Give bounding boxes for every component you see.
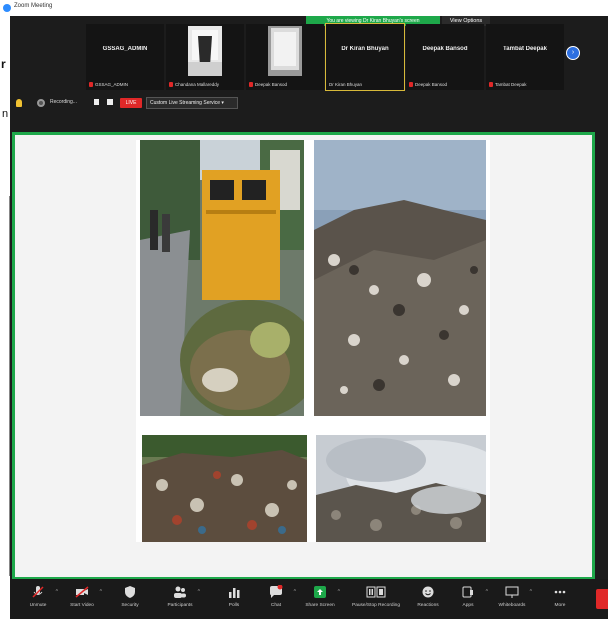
- whiteboards-button[interactable]: Whiteboards ^: [490, 583, 534, 617]
- pause-recording-icon[interactable]: [94, 99, 99, 105]
- caret-up-icon[interactable]: ^: [56, 589, 58, 595]
- muted-mic-icon: [409, 82, 413, 87]
- caret-up-icon[interactable]: ^: [100, 589, 102, 595]
- window-title: Zoom Meeting: [14, 3, 53, 9]
- share-screen-button[interactable]: Share Screen ^: [298, 583, 342, 617]
- whiteboard-icon: [505, 586, 519, 598]
- reactions-icon: [422, 586, 434, 598]
- title-bar: Zoom Meeting: [0, 0, 613, 16]
- zoom-meeting-window: You are viewing Dr Kiran Bhuyan's screen…: [10, 16, 608, 619]
- muted-mic-icon: [89, 82, 93, 87]
- more-icon: [554, 590, 566, 594]
- end-meeting-button[interactable]: [596, 589, 608, 609]
- participant-tile[interactable]: Deepak Bansod: [246, 24, 324, 90]
- meeting-toolbar: Unmute ^ Start Video ^ Security Particip…: [10, 579, 608, 619]
- participant-label: GSSAG_ADMIN: [89, 82, 128, 87]
- participant-label: Deepak Bansod: [249, 82, 287, 87]
- lightbulb-icon[interactable]: [16, 99, 22, 107]
- shield-icon: [125, 586, 135, 598]
- apps-icon: [462, 586, 473, 598]
- screenshot: Zoom Meeting r n You are viewing Dr Kira…: [0, 0, 613, 619]
- burning-waste-smoke-photo: [316, 435, 486, 542]
- share-screen-icon: [314, 586, 326, 598]
- participant-label: Deepak Bansod: [409, 82, 447, 87]
- caret-up-icon[interactable]: ^: [294, 589, 296, 595]
- video-camera-off-icon: [75, 586, 89, 598]
- microphone-muted-icon: [32, 586, 44, 598]
- shared-screen: [12, 132, 595, 580]
- landfill-waste-photo: [314, 140, 486, 416]
- polls-icon: [229, 588, 240, 598]
- participants-icon: [174, 586, 186, 598]
- unmute-button[interactable]: Unmute ^: [16, 583, 60, 617]
- participant-video: [268, 26, 302, 76]
- zoom-logo-icon: [3, 4, 11, 12]
- stop-recording-icon[interactable]: [107, 99, 113, 105]
- live-streaming-dropdown[interactable]: Custom Live Streaming Service ▾: [146, 97, 238, 109]
- participants-button[interactable]: Participants ^: [158, 583, 202, 617]
- participant-tile[interactable]: Tambat Deepak Tambat Deepak: [486, 24, 564, 90]
- more-button[interactable]: More: [538, 583, 582, 617]
- chevron-right-icon[interactable]: ›: [566, 46, 580, 60]
- participant-name: Dr Kiran Bhuyan: [341, 46, 389, 52]
- muted-mic-icon: [249, 82, 253, 87]
- participant-label: Chandana Mallareddy: [169, 82, 219, 87]
- pause-stop-recording-button[interactable]: Pause/Stop Recording: [346, 583, 406, 617]
- presentation-slide: [136, 140, 490, 542]
- caret-up-icon[interactable]: ^: [530, 589, 532, 595]
- chat-icon: [270, 585, 283, 598]
- participant-tile[interactable]: GSSAG_ADMIN GSSAG_ADMIN: [86, 24, 164, 90]
- participant-label: Dr Kiran Bhuyan: [329, 82, 363, 87]
- participant-tile-active[interactable]: Dr Kiran Bhuyan Dr Kiran Bhuyan: [325, 23, 405, 91]
- polls-button[interactable]: Polls: [212, 583, 256, 617]
- participant-name: Deepak Bansod: [422, 46, 468, 52]
- background-text-fragment: n: [2, 108, 9, 120]
- pause-stop-recording-icon: [366, 586, 386, 598]
- reactions-button[interactable]: Reactions: [406, 583, 450, 617]
- start-video-button[interactable]: Start Video ^: [60, 583, 104, 617]
- participant-gallery: GSSAG_ADMIN GSSAG_ADMIN Chandana Mallare…: [86, 23, 564, 92]
- caret-up-icon[interactable]: ^: [486, 589, 488, 595]
- recording-icon: [37, 99, 45, 107]
- apps-button[interactable]: Apps ^: [446, 583, 490, 617]
- participant-tile[interactable]: Deepak Bansod Deepak Bansod: [406, 24, 484, 90]
- background-window-edge: r n: [0, 16, 10, 619]
- caret-up-icon[interactable]: ^: [338, 589, 340, 595]
- garbage-bin-street-photo: [140, 140, 304, 416]
- recording-status: Recording...: [50, 99, 77, 105]
- participant-name: GSSAG_ADMIN: [102, 46, 148, 52]
- background-text-fragment: r: [1, 57, 6, 71]
- muted-mic-icon: [169, 82, 173, 87]
- live-badge[interactable]: LIVE: [120, 98, 142, 108]
- caret-up-icon[interactable]: ^: [198, 589, 200, 595]
- recording-bar: Recording... LIVE Custom Live Streaming …: [10, 94, 608, 112]
- participant-video: [188, 26, 222, 76]
- participant-name: Tambat Deepak: [503, 46, 547, 52]
- waste-heap-photo: [142, 435, 307, 542]
- muted-mic-icon: [489, 82, 493, 87]
- chat-button[interactable]: Chat ^: [254, 583, 298, 617]
- participant-tile[interactable]: Chandana Mallareddy: [166, 24, 244, 90]
- participant-label: Tambat Deepak: [489, 82, 527, 87]
- security-button[interactable]: Security: [108, 583, 152, 617]
- background-window-border: [1, 196, 10, 576]
